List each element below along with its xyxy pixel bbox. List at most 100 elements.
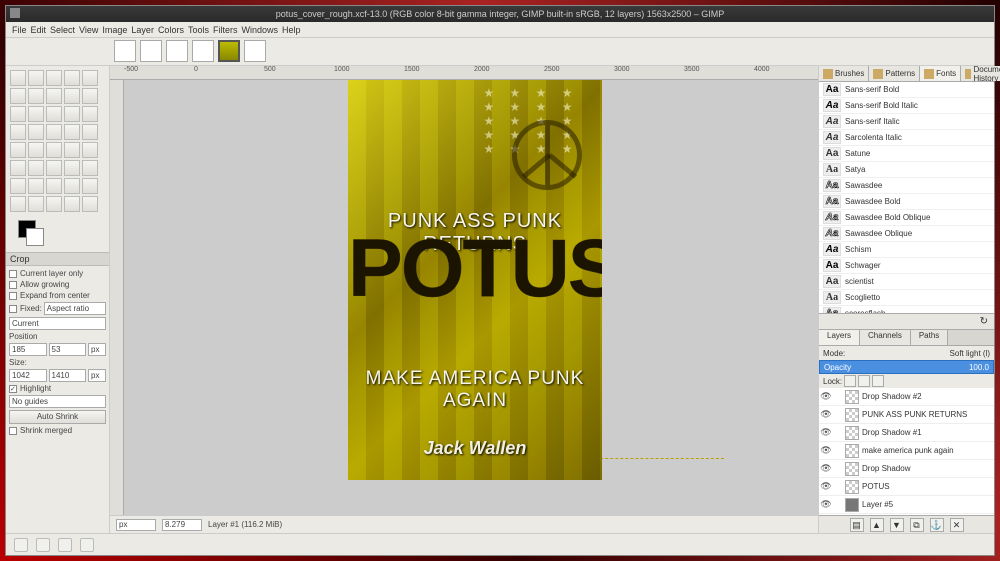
tool-button[interactable]	[64, 106, 80, 122]
tool-button[interactable]	[28, 196, 44, 212]
pos-y-input[interactable]: 53	[49, 343, 87, 356]
layer-action-button[interactable]: ▤	[850, 518, 864, 532]
font-item[interactable]: Aascientist	[819, 274, 994, 290]
font-item[interactable]: Aascoresflash	[819, 306, 994, 314]
layer-name[interactable]: make america punk again	[862, 446, 954, 455]
tool-button[interactable]	[82, 142, 98, 158]
tool-button[interactable]	[64, 142, 80, 158]
visibility-icon[interactable]: 👁	[819, 409, 833, 420]
visibility-icon[interactable]: 👁	[819, 463, 833, 474]
ruler-vertical[interactable]	[110, 80, 124, 515]
layer-row[interactable]: 👁 Drop Shadow	[819, 460, 994, 478]
font-item[interactable]: AaSawasdee Bold Oblique	[819, 210, 994, 226]
layer-list[interactable]: 👁 Drop Shadow #2 👁 PUNK ASS PUNK RETURNS 👁 Dr…	[819, 388, 994, 515]
autoshrink-button[interactable]: Auto Shrink	[9, 410, 106, 424]
lock-position-icon[interactable]	[858, 375, 870, 387]
visibility-icon[interactable]: 👁	[819, 499, 833, 510]
size-w-input[interactable]: 1042	[9, 369, 47, 382]
tool-button[interactable]	[82, 106, 98, 122]
unit-select[interactable]: px	[116, 519, 156, 531]
tool-button[interactable]	[10, 178, 26, 194]
tool-button[interactable]	[10, 124, 26, 140]
tool-button[interactable]	[28, 178, 44, 194]
dock-tab[interactable]: Patterns	[869, 66, 920, 81]
viewport[interactable]: ★ ★ ★ ★★ ★ ★ ★★ ★ ★ ★★ ★ ★ ★★ ★ ★ ★ PUNK…	[110, 80, 818, 515]
layer-name[interactable]: Drop Shadow #1	[862, 428, 922, 437]
tool-button[interactable]	[82, 178, 98, 194]
font-item[interactable]: AaSatya	[819, 162, 994, 178]
color-swatches[interactable]	[10, 220, 105, 248]
fixed-value-input[interactable]: Current	[9, 317, 106, 330]
layer-action-button[interactable]: ▼	[890, 518, 904, 532]
font-item[interactable]: AaSchism	[819, 242, 994, 258]
guides-select[interactable]: No guides	[9, 395, 106, 408]
visibility-icon[interactable]: 👁	[819, 481, 833, 492]
menu-windows[interactable]: Windows	[241, 25, 278, 35]
font-item[interactable]: AaSawasdee	[819, 178, 994, 194]
titlebar[interactable]: potus_cover_rough.xcf-13.0 (RGB color 8-…	[6, 6, 994, 22]
visibility-icon[interactable]: 👁	[819, 427, 833, 438]
tool-button[interactable]	[28, 70, 44, 86]
font-item[interactable]: AaSans-serif Italic	[819, 114, 994, 130]
tool-button[interactable]	[46, 70, 62, 86]
tool-button[interactable]	[10, 160, 26, 176]
tool-button[interactable]	[10, 88, 26, 104]
lock-alpha-icon[interactable]	[872, 375, 884, 387]
layer-action-button[interactable]: ✕	[950, 518, 964, 532]
tool-button[interactable]	[28, 142, 44, 158]
layer-row[interactable]: 👁 Drop Shadow #1	[819, 424, 994, 442]
chk-allow-growing[interactable]: Allow growing	[9, 280, 106, 289]
layer-row[interactable]: 👁make america punk again	[819, 442, 994, 460]
layer-row[interactable]: 👁 Drop Shadow #2	[819, 388, 994, 406]
opacity-slider[interactable]: Opacity 100.0	[819, 360, 994, 374]
tool-button[interactable]	[46, 160, 62, 176]
menu-image[interactable]: Image	[102, 25, 127, 35]
layer-action-button[interactable]: ▲	[870, 518, 884, 532]
tool-button[interactable]	[64, 160, 80, 176]
menu-edit[interactable]: Edit	[31, 25, 47, 35]
tool-button[interactable]	[82, 124, 98, 140]
font-list[interactable]: AaSans-serif BoldAaSans-serif Bold Itali…	[819, 82, 994, 314]
menu-select[interactable]: Select	[50, 25, 75, 35]
lock-pixels-icon[interactable]	[844, 375, 856, 387]
tool-button[interactable]	[10, 142, 26, 158]
panel-tab-layers[interactable]: Layers	[819, 330, 860, 345]
tool-button[interactable]	[46, 124, 62, 140]
refresh-icon[interactable]: ↻	[980, 316, 988, 327]
tool-button[interactable]	[46, 142, 62, 158]
tool-button[interactable]	[64, 196, 80, 212]
menu-file[interactable]: File	[12, 25, 27, 35]
size-unit[interactable]: px	[88, 369, 106, 382]
tool-button[interactable]	[46, 88, 62, 104]
font-item[interactable]: AaSatune	[819, 146, 994, 162]
layer-row[interactable]: 👁 PUNK ASS PUNK RETURNS	[819, 406, 994, 424]
tool-button[interactable]	[28, 160, 44, 176]
tool-button[interactable]	[64, 88, 80, 104]
mode-select[interactable]: Soft light (l)	[950, 349, 990, 358]
canvas-background[interactable]: ★ ★ ★ ★★ ★ ★ ★★ ★ ★ ★★ ★ ★ ★★ ★ ★ ★ PUNK…	[124, 80, 818, 515]
visibility-icon[interactable]: 👁	[819, 391, 833, 402]
background-color[interactable]	[26, 228, 44, 246]
menu-colors[interactable]: Colors	[158, 25, 184, 35]
tool-button[interactable]	[82, 70, 98, 86]
layer-action-button[interactable]: ⧉	[910, 518, 924, 532]
tool-button[interactable]	[82, 88, 98, 104]
tool-button[interactable]	[46, 178, 62, 194]
font-item[interactable]: AaSarcolenta Italic	[819, 130, 994, 146]
menu-filters[interactable]: Filters	[213, 25, 238, 35]
tool-button[interactable]	[46, 196, 62, 212]
chk-highlight[interactable]: Highlight	[9, 384, 106, 393]
layer-name[interactable]: PUNK ASS PUNK RETURNS	[862, 410, 967, 419]
layer-name[interactable]: Drop Shadow #2	[862, 392, 922, 401]
tool-button[interactable]	[64, 70, 80, 86]
layer-name[interactable]: Drop Shadow	[862, 464, 910, 473]
tool-button[interactable]	[28, 88, 44, 104]
tool-button[interactable]	[10, 106, 26, 122]
canvas-artwork[interactable]: ★ ★ ★ ★★ ★ ★ ★★ ★ ★ ★★ ★ ★ ★★ ★ ★ ★ PUNK…	[348, 80, 602, 480]
menu-help[interactable]: Help	[282, 25, 301, 35]
menu-view[interactable]: View	[79, 25, 98, 35]
pos-x-input[interactable]: 185	[9, 343, 47, 356]
thumb[interactable]	[166, 40, 188, 62]
chk-shrink-merged[interactable]: Shrink merged	[9, 426, 106, 435]
thumb[interactable]	[244, 40, 266, 62]
